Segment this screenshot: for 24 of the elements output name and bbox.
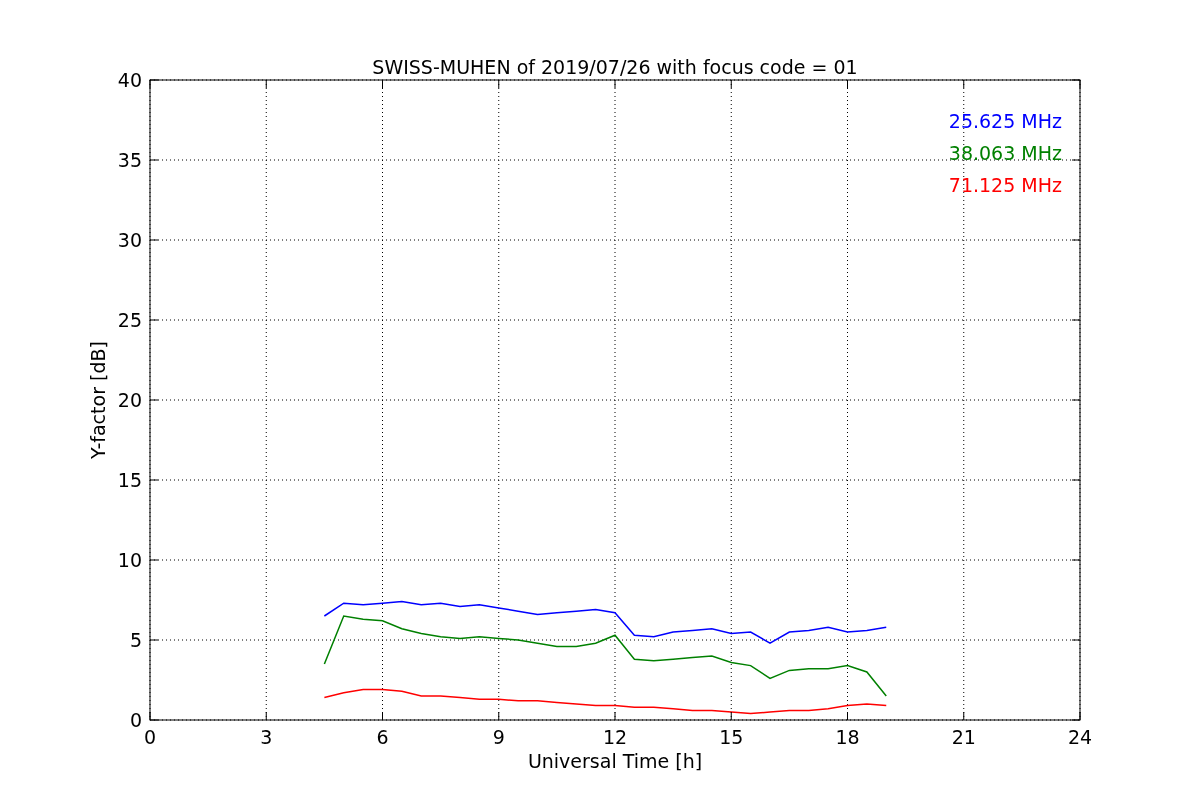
axis-tick-label: 35 (117, 149, 142, 171)
legend-label: 38.063 MHz (948, 142, 1062, 164)
axis-tick-label: 10 (117, 549, 142, 571)
axis-tick-label: 3 (260, 726, 273, 748)
axis-tick-label: 0 (129, 709, 142, 731)
axis-tick-label: 15 (719, 726, 744, 748)
axis-tick-label: 24 (1067, 726, 1093, 748)
axis-tick-label: 40 (117, 69, 142, 91)
axis-tick-label: 12 (602, 726, 628, 748)
chart-title: SWISS-MUHEN of 2019/07/26 with focus code = 01 (372, 56, 858, 78)
y-axis-label: Y-factor [dB] (87, 341, 109, 459)
axis-tick-label: 18 (835, 726, 860, 748)
x-axis-label: Universal Time [h] (527, 750, 703, 772)
axis-tick-label: 5 (129, 629, 142, 651)
axis-tick-label: 9 (492, 726, 505, 748)
axis-tick-label: 25 (117, 309, 142, 331)
legend-label: 71.125 MHz (948, 174, 1062, 196)
legend-label: 25.625 MHz (948, 110, 1062, 132)
axis-tick-label: 30 (117, 229, 142, 251)
axis-tick-label: 0 (143, 726, 157, 748)
axis-tick-label: 15 (117, 469, 142, 491)
axis-tick-label: 20 (117, 389, 142, 411)
axis-tick-label: 6 (376, 726, 389, 748)
axis-tick-label: 21 (951, 726, 976, 748)
